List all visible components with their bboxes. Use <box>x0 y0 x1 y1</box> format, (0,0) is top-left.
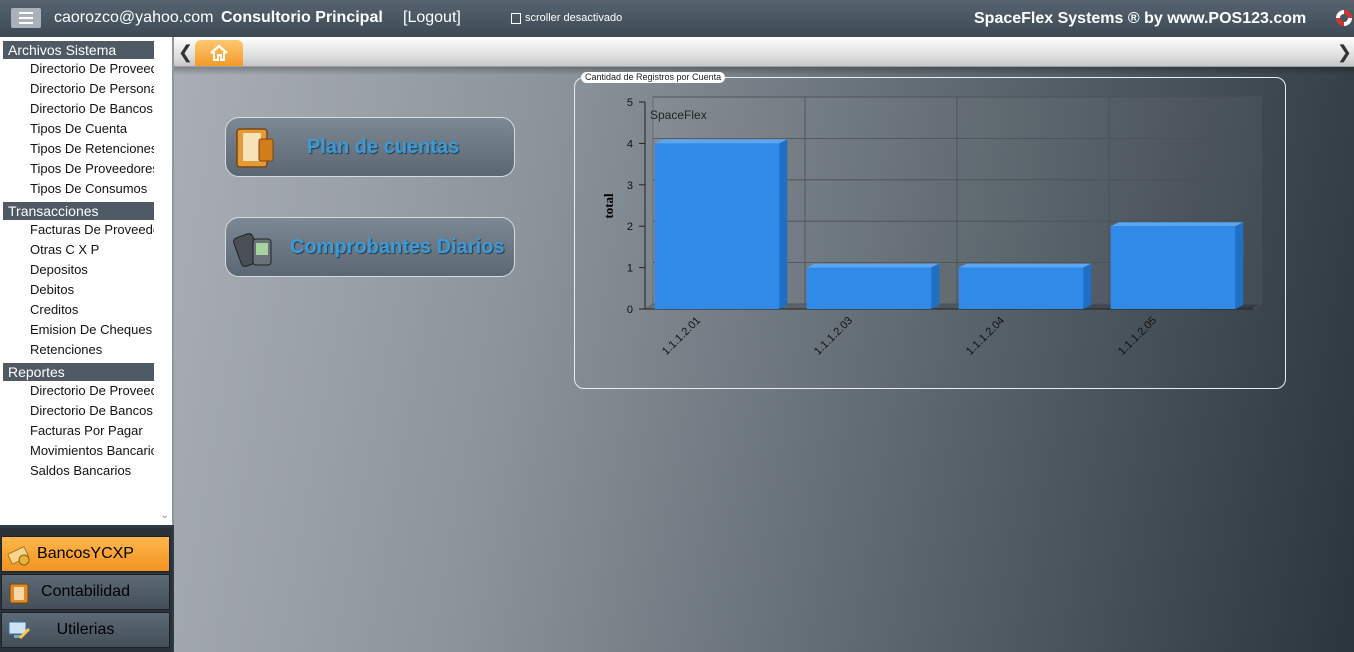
nav-label: Utilerias <box>56 621 115 638</box>
sidebar-item[interactable]: Tipos De Consumos <box>0 179 154 199</box>
sidebar-item[interactable]: Depositos <box>0 260 154 280</box>
hamburger-menu-icon[interactable] <box>11 8 41 28</box>
account-book-icon <box>236 128 274 168</box>
chart-y-tick-label: 2 <box>627 221 633 233</box>
comprobantes-diarios-label: Comprobantes Diarios <box>290 236 505 258</box>
plan-de-cuentas-label: Plan de cuentas <box>307 136 460 158</box>
chart-bar <box>654 143 780 309</box>
chart-bar <box>958 267 1084 309</box>
section-header-transacciones[interactable]: Transacciones <box>3 202 154 220</box>
chart-y-tick-label: 4 <box>627 138 633 150</box>
chart-x-tick-label: 1.1.1.2.03 <box>812 315 855 358</box>
sidebar-item[interactable]: Saldos Bancarios <box>0 461 154 481</box>
top-bar: caorozco@yahoo.com Consultorio Principal… <box>0 0 1354 37</box>
sidebar-item[interactable]: Otras C X P <box>0 240 154 260</box>
logout-link[interactable]: [Logout] <box>403 9 461 27</box>
nav-contabilidad[interactable]: Contabilidad <box>1 574 170 610</box>
bar-chart: 0 1 2 3 4 5 total SpaceFlex 1.1.1.2.01 1.1.1.2.03… <box>601 96 1263 358</box>
sidebar-menu: Archivos Sistema Directorio De Proveedor… <box>0 37 174 525</box>
plan-de-cuentas-button[interactable]: Plan de cuentas <box>225 117 515 177</box>
section-header-reportes[interactable]: Reportes <box>3 363 154 381</box>
phone-pda-icon <box>233 233 272 267</box>
chart-panel: Cantidad de Registros por Cuenta 012345t… <box>574 72 1286 389</box>
chart-y-axis-label: total <box>601 193 616 219</box>
chart-bar <box>806 267 932 309</box>
tab-shadow <box>174 67 1354 75</box>
main-content: ❮ ❯ Plan de cuentas Comprobantes Diarios… <box>174 37 1354 652</box>
sidebar-item[interactable]: Directorio De Proveedores <box>0 59 154 79</box>
sidebar-item[interactable]: Retenciones <box>0 340 154 360</box>
sidebar-item[interactable]: Emision De Cheques <box>0 320 154 340</box>
nav-bancosycxp[interactable]: BancosYCXP <box>1 536 170 572</box>
chart-bar-side <box>1083 263 1092 309</box>
chart-x-tick-label: 1.1.1.2.01 <box>660 315 703 358</box>
site-name: Consultorio Principal <box>221 9 383 26</box>
nav-label: Contabilidad <box>41 583 130 600</box>
chart-bar-top <box>958 263 1092 268</box>
chart-y-tick-label: 1 <box>627 263 633 275</box>
chart-bar-side <box>931 263 940 309</box>
chart-bar-side <box>1235 222 1244 309</box>
sidebar-item[interactable]: Facturas Por Pagar <box>0 421 154 441</box>
module-nav: BancosYCXP Contabilidad Utilerias <box>0 528 172 652</box>
section-header-archivos[interactable]: Archivos Sistema <box>3 41 154 59</box>
nav-utilerias[interactable]: Utilerias <box>1 612 170 648</box>
sidebar-item[interactable]: Directorio De Bancos <box>0 99 154 119</box>
chart-bar-top <box>1110 222 1244 227</box>
chart-x-tick-label: 1.1.1.2.04 <box>964 315 1007 358</box>
chart-bar <box>1110 226 1236 309</box>
scroller-toggle[interactable]: scroller desactivado <box>511 12 622 24</box>
sidebar-item[interactable]: Directorio De Bancos <box>0 401 154 421</box>
user-email: caorozco@yahoo.com <box>54 9 214 26</box>
tab-home[interactable] <box>195 40 243 66</box>
chevron-right-icon[interactable]: ❯ <box>1337 42 1352 63</box>
chart-bar-top <box>654 139 788 144</box>
chart-bar-top <box>806 263 940 268</box>
chart-y-tick-label: 0 <box>627 304 633 316</box>
scroller-label: scroller desactivado <box>525 12 623 24</box>
sidebar-item[interactable]: Directorio De Proveedores <box>0 381 154 401</box>
chart-watermark: SpaceFlex <box>650 108 707 122</box>
sidebar-item[interactable]: Tipos De Proveedores <box>0 159 154 179</box>
home-icon <box>210 45 228 61</box>
comprobantes-diarios-button[interactable]: Comprobantes Diarios <box>225 217 515 277</box>
sidebar-item[interactable]: Tipos De Cuenta <box>0 119 154 139</box>
help-lifebuoy-icon[interactable] <box>1336 10 1352 26</box>
sidebar-item[interactable]: Debitos <box>0 280 154 300</box>
sidebar-item[interactable]: Directorio De Personal <box>0 79 154 99</box>
brand-text: SpaceFlex Systems ® by www.POS123.com <box>974 10 1307 27</box>
chart-y-tick-label: 5 <box>627 97 633 109</box>
chart-y-tick-label: 3 <box>627 180 633 192</box>
nav-label: BancosYCXP <box>37 545 134 562</box>
scroller-checkbox[interactable] <box>511 12 521 24</box>
sidebar-item[interactable]: Movimientos Bancarios <box>0 441 154 461</box>
chart-bar-side <box>779 139 788 309</box>
sidebar-item[interactable]: Tipos De Retenciones <box>0 139 154 159</box>
chart-x-tick-label: 1.1.1.2.05 <box>1116 315 1159 358</box>
chevron-down-icon[interactable]: ⌄ <box>161 510 169 521</box>
sidebar-item[interactable]: Facturas De Proveedores <box>0 220 154 240</box>
tab-bar: ❮ ❯ <box>174 37 1354 67</box>
chevron-left-icon[interactable]: ❮ <box>178 42 193 63</box>
sidebar-item[interactable]: Creditos <box>0 300 154 320</box>
